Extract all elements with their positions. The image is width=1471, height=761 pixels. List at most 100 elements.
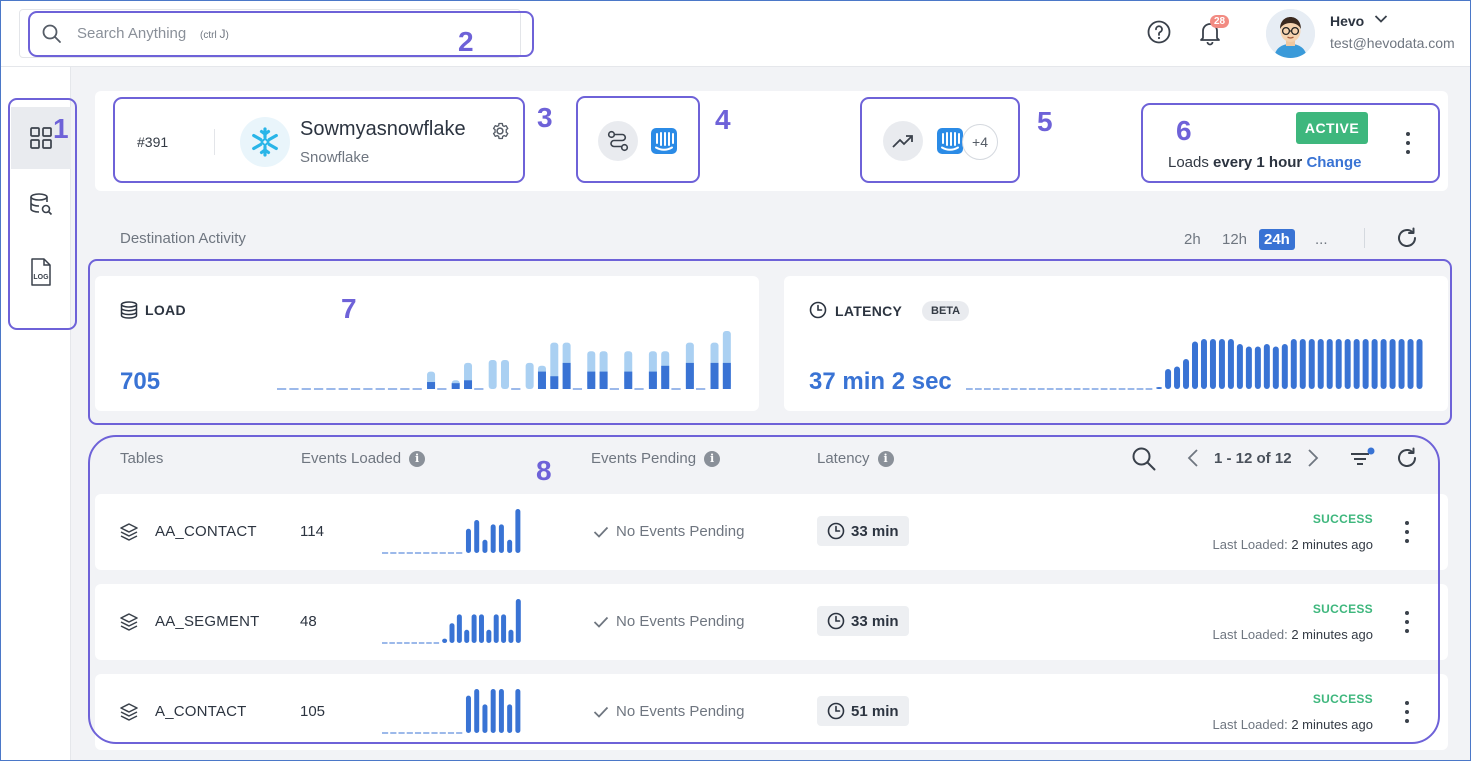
snowflake-icon [252,127,278,157]
pipeline-button[interactable] [598,121,638,161]
table-row[interactable]: A_CONTACT 105 No Events Pending 51 min S… [95,674,1448,750]
gear-icon[interactable] [490,121,510,141]
sparkline-bar [493,614,499,643]
table-name[interactable]: AA_SEGMENT [155,613,260,630]
chart-bar-success [587,371,596,389]
row-more-menu-icon[interactable] [1400,521,1414,543]
chart-bar [1353,339,1360,389]
search-input[interactable]: Search Anything [77,25,186,42]
annotation-number: 8 [536,455,552,486]
table-name[interactable]: AA_CONTACT [155,523,257,540]
status-badge: ACTIVE [1296,112,1368,144]
range-24h[interactable]: 24h [1259,229,1295,250]
layers-icon [120,703,138,721]
chart-bar-success [599,371,608,389]
row-more-menu-icon[interactable] [1400,611,1414,633]
chart-bar [1326,339,1333,389]
sparkline-bar [490,689,496,733]
sparkline-bar [501,614,507,643]
annotation-number: 5 [1037,106,1053,137]
load-bar-chart [277,331,731,390]
refresh-icon[interactable] [1395,226,1419,250]
table-name[interactable]: A_CONTACT [155,703,247,720]
sparkline-bar [478,614,484,643]
notification-count-badge: 28 [1210,15,1230,28]
events-sparkline [382,689,521,734]
chart-bar [1174,366,1181,389]
events-pending: No Events Pending [593,703,744,720]
avatar[interactable] [1266,9,1315,58]
range-2h[interactable]: 2h [1180,229,1205,250]
intercom-icon [937,128,963,154]
sidebar-item-query[interactable] [11,173,71,235]
database-icon [120,301,138,319]
info-icon[interactable]: i [877,450,894,467]
layers-icon [120,523,138,541]
divider [1364,228,1365,248]
annotation-number: 4 [715,104,731,135]
range-12h[interactable]: 12h [1218,229,1251,250]
annotation-number: 1 [53,113,69,144]
change-schedule-link[interactable]: Change [1306,154,1361,171]
chart-bar-success [722,362,731,389]
range-more[interactable]: ... [1311,229,1332,250]
latency-label: LATENCY [835,303,903,319]
more-sources-button[interactable]: +4 [962,124,998,160]
model-source-intercom[interactable] [935,126,965,156]
search-icon [42,24,61,43]
help-icon[interactable] [1147,20,1171,44]
sparkline-bar [498,524,504,553]
chart-bar-success [562,362,571,389]
table-row[interactable]: AA_SEGMENT 48 No Events Pending 33 min S… [95,584,1448,660]
sparkline-bar [465,695,471,733]
sparkline-bar [490,524,496,553]
chart-bar-success [537,371,546,389]
beta-badge: BETA [922,301,970,321]
chart-bar [1183,359,1190,389]
search-icon[interactable] [1131,446,1157,472]
activity-trend-button[interactable] [883,121,923,161]
info-icon[interactable]: i [704,450,721,467]
table-row[interactable]: AA_CONTACT 114 No Events Pending 33 min … [95,494,1448,570]
chart-bar [1335,339,1342,389]
chart-bar [1362,339,1369,389]
chart-bar-total [501,360,509,389]
search-bar[interactable]: Search Anything (ctrl J) [19,9,521,58]
chevron-right-icon[interactable] [1307,448,1319,468]
user-avatar-icon [1266,9,1315,58]
chart-bar [1227,339,1234,389]
clock-icon [809,301,827,319]
pipeline-header-card [95,91,1448,191]
sparkline-bar [464,629,470,643]
chart-bar [1407,339,1414,389]
chart-bar [1236,344,1243,389]
column-latency: Latency i [817,450,894,467]
sidebar-item-logs[interactable]: LOG [11,241,71,303]
chart-bar-success [685,362,694,389]
events-pending: No Events Pending [593,523,744,540]
destination-name: Sowmyasnowflake [300,118,466,140]
load-label: LOAD [145,302,186,318]
filter-icon[interactable] [1348,446,1376,470]
refresh-icon[interactable] [1395,446,1419,470]
status-badge: SUCCESS [1312,602,1373,616]
sparkline-bar [486,629,492,643]
chart-bar [1389,339,1396,389]
check-icon [593,616,609,628]
chart-bar-total [525,362,534,389]
chevron-down-icon[interactable] [1374,14,1388,24]
chevron-left-icon[interactable] [1187,448,1199,468]
last-loaded: Last Loaded: 2 minutes ago [1212,627,1373,642]
sparkline-bar [515,599,521,643]
user-name[interactable]: Hevo [1330,13,1364,29]
row-more-menu-icon[interactable] [1400,701,1414,723]
clock-icon [827,612,845,630]
trend-up-icon [892,135,913,148]
source-intercom[interactable] [649,126,679,156]
info-icon[interactable]: i [409,450,426,467]
sparkline-bar [507,704,513,733]
header-more-menu-icon[interactable] [1401,132,1415,154]
chart-bar [1371,339,1378,389]
sidebar: LOG [0,67,71,761]
clock-icon [827,522,845,540]
